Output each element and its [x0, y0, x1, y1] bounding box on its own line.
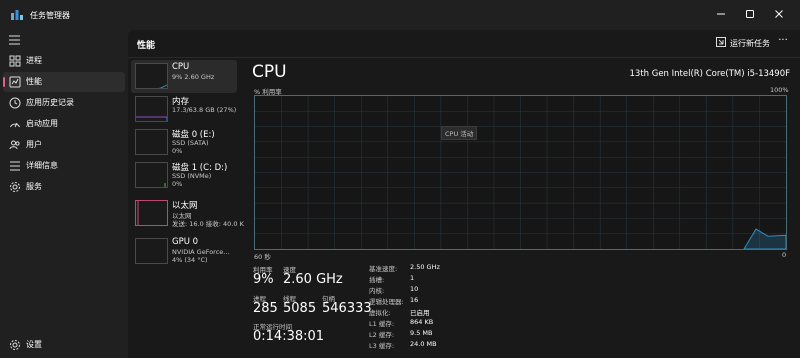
info-value: 1	[410, 274, 415, 282]
uptime-value: 0:14:38:01	[253, 329, 325, 344]
device-usage: 4% (34 °C)	[172, 256, 208, 264]
processes-icon	[9, 55, 21, 67]
more-options-button[interactable]: ···	[774, 35, 792, 51]
speedometer-icon	[9, 118, 21, 130]
run-task-label: 运行新任务	[730, 38, 770, 48]
nav-item-label: 应用历史记录	[26, 98, 74, 107]
cpu-utilization-graph: CPU 活动	[254, 95, 787, 250]
device-thumbnail	[135, 63, 168, 89]
services-gear-icon	[9, 181, 21, 193]
performance-panel: 性能 运行新任务 ··· CPU 9% 2.60 GHz 内存 17.3/63.…	[128, 30, 800, 358]
info-value: 10	[410, 285, 419, 293]
nav-sidebar: 进程 性能 应用历史记录 启动应用 用户 详细信息 服务 设置	[0, 30, 128, 358]
info-key: L1 缓存:	[369, 320, 395, 328]
graph-tooltip: CPU 活动	[441, 126, 478, 140]
task-manager-icon	[11, 10, 23, 20]
axis-label-zero: 0	[782, 251, 787, 259]
device-name: GPU 0	[172, 237, 199, 247]
info-key: 插槽:	[369, 276, 385, 284]
close-button[interactable]	[766, 4, 792, 24]
device-detail: 9% 2.60 GHz	[172, 73, 215, 81]
settings-gear-icon	[9, 339, 21, 351]
device-gpu[interactable]: GPU 0 NVIDIA GeForce... 4% (34 °C)	[131, 235, 237, 268]
device-usage: 0%	[172, 180, 183, 188]
speed-value: 2.60 GHz	[283, 272, 343, 287]
device-detail: SSD (NVMe)	[172, 172, 212, 180]
device-throughput: 发送: 16.0 接收: 40.0 K	[172, 220, 244, 228]
info-value: 24.0 MB	[410, 340, 437, 348]
users-icon	[9, 139, 21, 151]
device-name: CPU	[172, 62, 190, 72]
info-key: 基准速度:	[369, 265, 398, 273]
info-key: 逻辑处理器:	[369, 298, 404, 306]
nav-item-startup-apps[interactable]: 启动应用	[3, 114, 125, 134]
performance-icon	[9, 76, 21, 88]
info-value: 16	[410, 296, 419, 304]
nav-item-app-history[interactable]: 应用历史记录	[3, 93, 125, 113]
nav-item-label: 设置	[26, 340, 42, 349]
axis-label-max: 100%	[770, 86, 789, 94]
nav-item-details[interactable]: 详细信息	[3, 156, 125, 176]
cpu-model: 13th Gen Intel(R) Core(TM) i5-13490F	[629, 69, 791, 79]
device-detail: SSD (SATA)	[172, 139, 209, 147]
title-bar: 任务管理器	[0, 0, 800, 30]
device-detail: NVIDIA GeForce...	[172, 248, 230, 256]
info-value: 864 KB	[410, 318, 434, 326]
run-task-icon	[716, 37, 726, 49]
info-key: 虚拟化:	[369, 309, 391, 317]
info-key: 内核:	[369, 287, 385, 295]
page-title: 性能	[137, 41, 156, 51]
close-icon	[775, 10, 783, 18]
device-thumbnail	[135, 200, 168, 226]
nav-item-processes[interactable]: 进程	[3, 51, 125, 71]
active-indicator	[3, 77, 5, 87]
device-disk-0[interactable]: 磁盘 0 (E:) SSD (SATA) 0%	[131, 126, 237, 159]
details-list-icon	[9, 160, 21, 172]
nav-item-label: 性能	[26, 77, 42, 86]
maximize-button[interactable]	[737, 4, 763, 24]
axis-label-time: 60 秒	[254, 253, 271, 261]
device-ethernet[interactable]: 以太网 以太网 发送: 16.0 接收: 40.0 K	[131, 197, 244, 230]
minimize-button[interactable]	[708, 4, 734, 24]
maximize-icon	[746, 10, 754, 18]
nav-item-label: 服务	[26, 182, 42, 191]
device-memory[interactable]: 内存 17.3/63.8 GB (27%)	[131, 93, 237, 126]
device-cpu[interactable]: CPU 9% 2.60 GHz	[131, 60, 237, 93]
device-thumbnail	[135, 238, 168, 264]
window-title: 任务管理器	[30, 11, 70, 20]
nav-item-services[interactable]: 服务	[3, 177, 125, 197]
run-new-task-button[interactable]: 运行新任务	[716, 35, 770, 51]
device-usage: 0%	[172, 147, 183, 155]
header-divider	[128, 57, 800, 58]
device-thumbnail	[135, 162, 168, 188]
nav-item-users[interactable]: 用户	[3, 135, 125, 155]
nav-item-performance[interactable]: 性能	[3, 72, 125, 92]
info-value: 9.5 MB	[410, 329, 433, 337]
nav-item-settings[interactable]: 设置	[3, 335, 125, 355]
cpu-title: CPU	[252, 62, 287, 82]
device-thumbnail	[135, 129, 168, 155]
cpu-graph-grid	[255, 96, 786, 249]
info-value: 2.50 GHz	[410, 263, 440, 271]
threads-value: 5085	[283, 301, 317, 316]
nav-item-label: 启动应用	[26, 119, 58, 128]
device-thumbnail	[135, 96, 168, 122]
handles-value: 546333	[322, 301, 372, 316]
minimize-icon	[717, 13, 725, 15]
info-value: 已启用	[410, 309, 430, 317]
history-icon	[9, 97, 21, 109]
device-detail: 17.3/63.8 GB (27%)	[172, 106, 237, 114]
hamburger-menu-icon[interactable]	[9, 35, 21, 45]
processes-value: 285	[253, 301, 278, 316]
device-disk-1[interactable]: 磁盘 1 (C: D:) SSD (NVMe) 0%	[131, 159, 237, 192]
info-key: L3 缓存:	[369, 342, 395, 350]
nav-item-label: 用户	[26, 140, 42, 149]
info-key: L2 缓存:	[369, 331, 395, 339]
nav-item-label: 进程	[26, 56, 42, 65]
cpu-usage-area	[743, 228, 786, 249]
utilization-value: 9%	[253, 272, 274, 287]
nav-item-label: 详细信息	[26, 161, 58, 170]
